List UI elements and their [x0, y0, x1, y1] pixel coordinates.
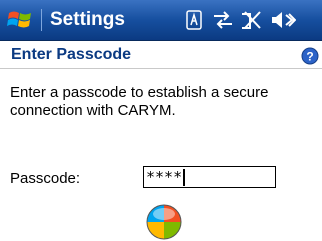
svg-text:?: ?	[306, 50, 313, 64]
title-bar: Settings	[0, 0, 322, 41]
connectivity-icon[interactable]	[212, 10, 234, 30]
header-divider	[0, 68, 322, 69]
instructions-text: Enter a passcode to establish a secure c…	[10, 84, 269, 119]
no-signal-icon[interactable]	[240, 10, 264, 30]
page-header: Enter Passcode ?	[0, 41, 322, 69]
page-title: Enter Passcode	[11, 46, 132, 63]
text-caret	[183, 169, 185, 186]
window-title: Settings	[50, 9, 125, 30]
sip-keyboard-icon[interactable]	[186, 10, 202, 30]
windows-start-icon[interactable]	[6, 6, 34, 34]
help-icon[interactable]: ?	[301, 47, 319, 65]
volume-icon[interactable]	[270, 10, 296, 30]
passcode-label: Passcode:	[10, 170, 81, 187]
passcode-input[interactable]	[143, 166, 276, 188]
windows-orb-icon	[146, 204, 182, 240]
title-separator	[41, 9, 42, 31]
